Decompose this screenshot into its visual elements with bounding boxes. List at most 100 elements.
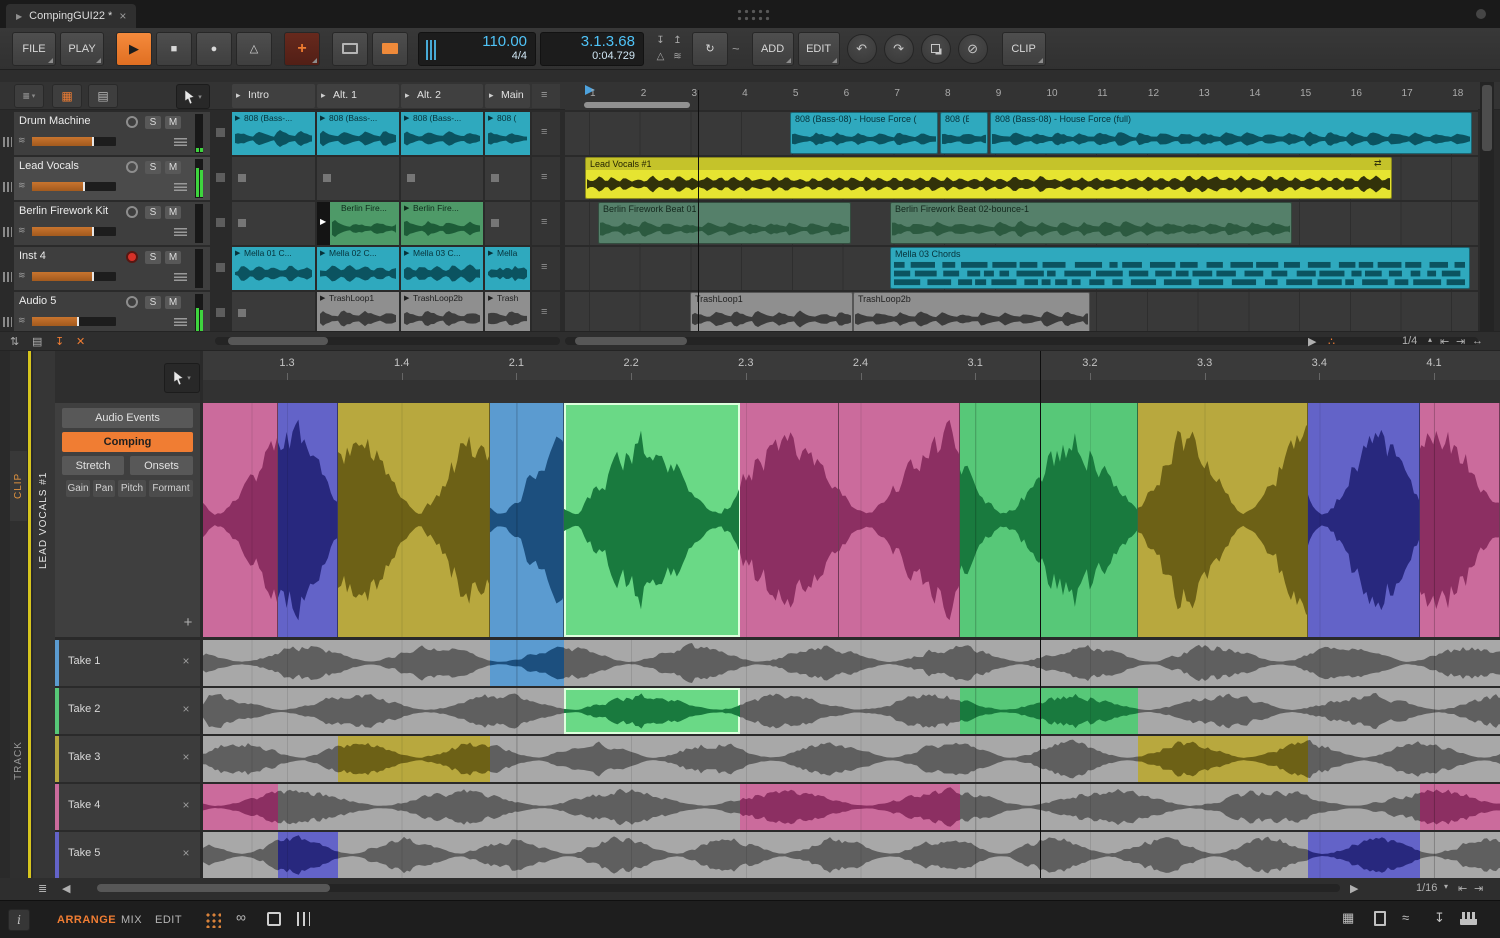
scene-header[interactable]: ▸Alt. 2	[401, 84, 483, 108]
position-time-value[interactable]: 0:04.729	[592, 50, 635, 63]
swing-icon[interactable]: ~	[732, 41, 740, 56]
punch-in-icon[interactable]: ↧	[652, 33, 669, 49]
scene-play-icon[interactable]: ▸	[236, 90, 246, 102]
scene-cell[interactable]: ≡	[532, 157, 560, 200]
window-menu-icon[interactable]	[1476, 9, 1486, 19]
add-button[interactable]: ADD	[752, 32, 794, 66]
scene-header[interactable]: ▸Intro	[232, 84, 315, 108]
ruler-tick[interactable]: 16	[1351, 88, 1375, 102]
pan-button[interactable]: Pan	[93, 480, 115, 497]
tab-edit[interactable]: EDIT	[155, 914, 182, 926]
editor-tool-selector[interactable]: ▾	[164, 363, 200, 393]
take-delete-button[interactable]: ×	[180, 846, 192, 860]
track-name[interactable]: Inst 4	[19, 250, 123, 264]
transport-play-button[interactable]: ▶	[116, 32, 152, 66]
track-header[interactable]: Audio 5SM≋	[14, 292, 210, 331]
arranger-clip[interactable]: Mella 03 Chords	[890, 247, 1470, 289]
volume-fader[interactable]	[32, 272, 116, 281]
track-menu-icon[interactable]	[174, 318, 187, 326]
comp-segment[interactable]	[1420, 403, 1500, 637]
record-arm-button[interactable]	[126, 161, 138, 173]
audio-events-button[interactable]: Audio Events	[62, 408, 193, 428]
scene-cell[interactable]: ≡	[532, 112, 560, 155]
track-header[interactable]: Lead VocalsSM≋	[14, 157, 210, 200]
take-delete-button[interactable]: ×	[180, 654, 192, 668]
comp-segment[interactable]	[203, 403, 278, 637]
scrollbar-thumb[interactable]	[1482, 85, 1492, 151]
auto-height-icon[interactable]: ⇅	[10, 335, 19, 348]
zoom-to-end-icon[interactable]: ⇥	[1474, 882, 1483, 895]
ruler-tick[interactable]: 12	[1148, 88, 1172, 102]
record-arm-button[interactable]	[126, 116, 138, 128]
ruler-tick[interactable]: 7	[894, 88, 918, 102]
download-panel-icon[interactable]: ↧	[1434, 910, 1445, 926]
take-header[interactable]: Take 1×	[55, 640, 200, 686]
fader-handle[interactable]	[92, 137, 94, 146]
clip-slot[interactable]	[485, 157, 530, 200]
mapping-grid-icon[interactable]	[205, 912, 221, 928]
clip-slot[interactable]: ▶808 (Bass-...	[232, 112, 315, 155]
editor-ruler-tick[interactable]: 2.3	[726, 357, 766, 371]
undo-button[interactable]: ↶	[847, 34, 877, 64]
take-lane[interactable]	[203, 640, 1500, 686]
comp-segment[interactable]	[839, 403, 961, 637]
ruler-tick[interactable]: 2	[641, 88, 665, 102]
redo-button[interactable]: ↷	[884, 34, 914, 64]
track-name[interactable]: Audio 5	[19, 295, 123, 309]
loop-button[interactable]: ↻	[692, 32, 728, 66]
comping-button[interactable]: Comping	[62, 432, 193, 452]
solo-button[interactable]: S	[145, 206, 161, 219]
comp-segment[interactable]	[960, 403, 1138, 637]
take-highlight[interactable]	[839, 784, 961, 830]
pitch-button[interactable]: Pitch	[118, 480, 146, 497]
arranger-clip[interactable]: 808 (Bass-08) - House Force (full)	[990, 112, 1472, 154]
take-lane[interactable]	[203, 784, 1500, 830]
arranger-clip[interactable]: TrashLoop2b	[853, 292, 1090, 331]
comp-lane[interactable]	[203, 403, 1500, 637]
tab-arrange[interactable]: ARRANGE	[57, 914, 116, 926]
volume-fader[interactable]	[32, 182, 116, 191]
overdub-plus-button[interactable]: +	[284, 32, 320, 66]
consolidate-icon[interactable]: ∴	[1328, 335, 1335, 348]
clear-selection-icon[interactable]: ✕	[76, 335, 85, 348]
onscreen-keyboard-icon[interactable]: ▦	[1342, 910, 1354, 926]
clip-slot[interactable]	[232, 292, 315, 331]
track-menu-icon[interactable]	[174, 183, 187, 191]
ruler-tick[interactable]: 14	[1249, 88, 1273, 102]
solo-button[interactable]: S	[145, 251, 161, 264]
scrollbar-thumb[interactable]	[228, 337, 328, 345]
arranger-hscroll-track[interactable]	[565, 337, 1478, 345]
display-profile-button[interactable]	[332, 32, 368, 66]
clip-slot[interactable]: ▶808 (Bass-...	[401, 112, 483, 155]
tab-mix[interactable]: MIX	[121, 914, 142, 926]
arranger-clip[interactable]: 808 (Bass-08) - House Force (	[790, 112, 938, 154]
mute-button[interactable]: M	[165, 116, 181, 129]
take-highlight[interactable]	[960, 688, 1138, 734]
stop-button[interactable]	[238, 219, 246, 227]
transport-stop-button[interactable]: ■	[156, 32, 192, 66]
tab-track[interactable]: TRACK	[10, 726, 27, 796]
editor-ruler-tick[interactable]: 2.2	[611, 357, 651, 371]
ruler-tick[interactable]: 8	[945, 88, 969, 102]
mute-button[interactable]: M	[165, 296, 181, 309]
cancel-button[interactable]: ⊘	[958, 34, 988, 64]
arranger-zoom-level[interactable]: 1/4	[1402, 335, 1417, 347]
clip-slot[interactable]: ▶Mella	[485, 247, 530, 290]
volume-fader[interactable]	[32, 137, 116, 146]
editor-zoom-level[interactable]: 1/16	[1416, 882, 1437, 894]
clip-menu-button[interactable]: CLIP	[1002, 32, 1046, 66]
editor-ruler-tick[interactable]: 2.4	[841, 357, 881, 371]
comp-segment[interactable]	[278, 403, 338, 637]
tempo-display[interactable]: 110.00 4/4	[418, 32, 536, 66]
tab-close-icon[interactable]: ×	[119, 9, 126, 23]
dual-display-button[interactable]	[372, 32, 408, 66]
track-select-indicator[interactable]	[216, 263, 225, 272]
take-highlight[interactable]	[203, 784, 278, 830]
follow-playhead-icon[interactable]: ↧	[55, 335, 64, 348]
file-button[interactable]: FILE	[12, 32, 56, 66]
track-select-indicator[interactable]	[216, 173, 225, 182]
edit-menu-button[interactable]: EDIT	[798, 32, 840, 66]
ruler-tick[interactable]: 3	[691, 88, 715, 102]
playing-indicator[interactable]: ▶	[317, 202, 330, 245]
record-arm-button[interactable]	[126, 251, 138, 263]
